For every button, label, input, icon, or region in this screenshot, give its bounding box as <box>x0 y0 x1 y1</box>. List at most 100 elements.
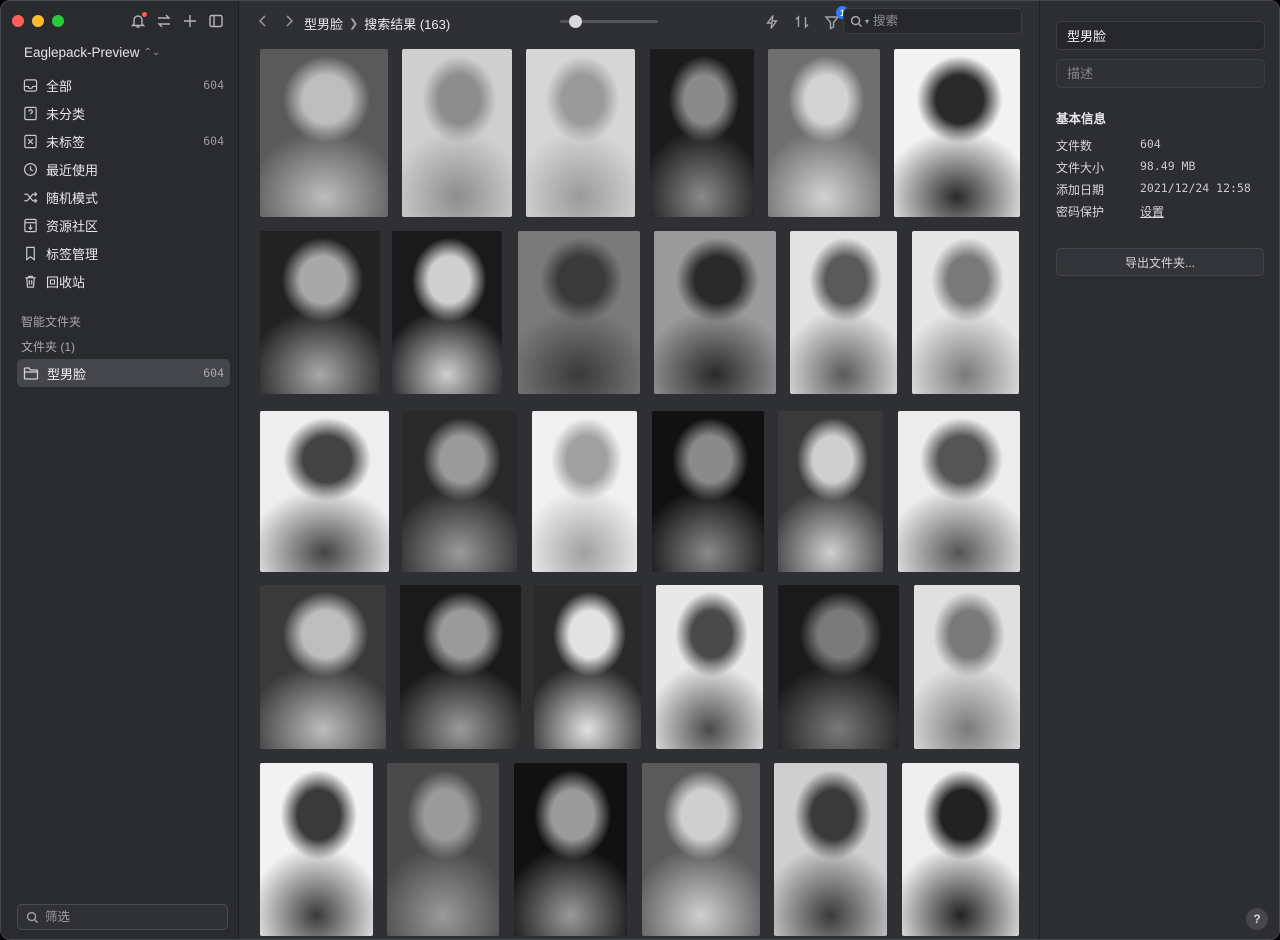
sidebar-item-recent[interactable]: 最近使用 <box>17 155 230 183</box>
image-thumbnail[interactable] <box>778 411 883 572</box>
image-thumbnail[interactable] <box>260 411 389 572</box>
back-arrow-icon[interactable] <box>256 13 270 29</box>
window-controls <box>12 15 64 27</box>
folders-heading[interactable]: 文件夹 (1) <box>21 338 75 355</box>
image-thumbnail[interactable] <box>260 585 386 749</box>
sidebar-item-label: 未标签 <box>46 134 86 150</box>
sidebar-item-label: 标签管理 <box>46 246 99 262</box>
image-thumbnail[interactable] <box>774 763 887 936</box>
search-scope-chevron-icon[interactable]: ▾ <box>865 17 869 26</box>
sidebar-filter <box>17 904 228 930</box>
toolbar-actions: 1 <box>763 6 849 32</box>
sidebar-item-random[interactable]: 随机模式 <box>17 183 230 211</box>
sidebar-item-label: 全部 <box>46 78 73 94</box>
toggle-sidebar-icon[interactable] <box>207 11 225 31</box>
main-content: 型男脸 ❯ 搜索结果 (163) 1 <box>240 1 1039 939</box>
description-input[interactable] <box>1067 60 1247 87</box>
filter-funnel-icon[interactable]: 1 <box>823 6 849 32</box>
image-thumbnail[interactable] <box>642 763 760 936</box>
image-thumbnail[interactable] <box>790 231 897 394</box>
history-nav <box>256 13 296 29</box>
sidebar-item-community[interactable]: 资源社区 <box>17 211 230 239</box>
folder-count: 604 <box>203 366 224 380</box>
breadcrumb-folder[interactable]: 型男脸 <box>304 14 343 33</box>
image-thumbnail[interactable] <box>768 49 880 217</box>
eagle-app-window: Eaglepack-Preview ⌃⌄ 全部 604 未分类 未标签 604 … <box>0 0 1280 940</box>
info-row-file-count: 文件数 604 <box>1056 137 1266 154</box>
image-thumbnail[interactable] <box>650 49 754 217</box>
image-thumbnail[interactable] <box>526 49 635 217</box>
help-button[interactable]: ? <box>1246 908 1268 930</box>
image-thumbnail[interactable] <box>778 585 899 749</box>
add-plus-icon[interactable] <box>181 11 199 31</box>
close-window-button[interactable] <box>12 15 24 27</box>
basic-info-heading: 基本信息 <box>1056 112 1107 126</box>
image-thumbnail[interactable] <box>402 411 517 572</box>
folder-name-field[interactable]: 型男脸 <box>1056 21 1265 50</box>
shuffle-icon <box>24 191 38 203</box>
search-input[interactable] <box>873 14 1004 28</box>
image-thumbnail[interactable] <box>902 763 1019 936</box>
image-thumbnail[interactable] <box>260 49 388 217</box>
zoom-window-button[interactable] <box>52 15 64 27</box>
image-thumbnail[interactable] <box>402 49 512 217</box>
minimize-window-button[interactable] <box>32 15 44 27</box>
image-thumbnail[interactable] <box>532 411 637 572</box>
info-key: 密码保护 <box>1056 205 1105 219</box>
image-thumbnail[interactable] <box>898 411 1020 572</box>
notification-bell-icon[interactable] <box>129 11 147 31</box>
description-field <box>1056 59 1265 88</box>
trash-icon <box>25 275 36 288</box>
filter-input[interactable] <box>45 910 215 924</box>
sidebar: Eaglepack-Preview ⌃⌄ 全部 604 未分类 未标签 604 … <box>1 1 239 939</box>
sidebar-item-all[interactable]: 全部 604 <box>17 71 230 99</box>
info-value: 98.49 MB <box>1140 159 1196 173</box>
image-thumbnail[interactable] <box>652 411 764 572</box>
sidebar-item-label: 未分类 <box>46 106 86 122</box>
search-icon <box>850 15 863 27</box>
sort-icon[interactable] <box>793 12 811 32</box>
image-thumbnail[interactable] <box>518 231 640 394</box>
inspector-panel: 型男脸 基本信息 文件数 604 文件大小 98.49 MB 添加日期 2021… <box>1039 1 1279 939</box>
image-thumbnail[interactable] <box>392 231 502 394</box>
image-thumbnail[interactable] <box>912 231 1019 394</box>
folder-icon <box>23 366 39 380</box>
sidebar-item-trash[interactable]: 回收站 <box>17 267 230 295</box>
thumbnail-size-slider[interactable] <box>560 15 658 28</box>
chevron-updown-icon: ⌃⌄ <box>143 47 161 58</box>
untagged-icon <box>24 134 37 148</box>
info-row-date-added: 添加日期 2021/12/24 12:58 <box>1056 181 1266 198</box>
sidebar-nav: 全部 604 未分类 未标签 604 最近使用 随机模式 资源社区 标签管理 回… <box>17 71 230 295</box>
sidebar-item-label: 资源社区 <box>46 218 99 234</box>
image-thumbnail[interactable] <box>894 49 1020 217</box>
slider-knob[interactable] <box>569 15 582 28</box>
set-password-link[interactable]: 设置 <box>1140 203 1164 220</box>
export-folder-button[interactable]: 导出文件夹... <box>1056 248 1264 276</box>
sidebar-item-unsorted[interactable]: 未分类 <box>17 99 230 127</box>
sidebar-item-label: 随机模式 <box>46 190 99 206</box>
library-switcher[interactable]: Eaglepack-Preview ⌃⌄ <box>24 45 160 60</box>
sidebar-item-label: 回收站 <box>46 274 86 290</box>
main-toolbar: 型男脸 ❯ 搜索结果 (163) 1 <box>240 1 1039 43</box>
info-key: 添加日期 <box>1056 183 1105 197</box>
sync-arrows-icon[interactable] <box>155 11 173 31</box>
sidebar-item-tags[interactable]: 标签管理 <box>17 239 230 267</box>
image-thumbnail[interactable] <box>387 763 499 936</box>
sidebar-item-label: 最近使用 <box>46 162 99 178</box>
image-thumbnail[interactable] <box>400 585 521 749</box>
smart-folders-heading[interactable]: 智能文件夹 <box>21 313 81 330</box>
search-icon <box>26 911 39 923</box>
image-thumbnail[interactable] <box>534 585 641 749</box>
image-thumbnail[interactable] <box>260 231 380 394</box>
lightning-icon[interactable] <box>763 12 781 32</box>
folder-item-selected[interactable]: 型男脸 604 <box>17 359 230 387</box>
image-thumbnail[interactable] <box>654 231 776 394</box>
sidebar-item-untagged[interactable]: 未标签 604 <box>17 127 230 155</box>
image-thumbnail[interactable] <box>260 763 373 936</box>
notification-dot <box>142 12 147 17</box>
breadcrumb: 型男脸 ❯ 搜索结果 (163) <box>304 14 450 33</box>
image-thumbnail[interactable] <box>914 585 1020 749</box>
forward-arrow-icon[interactable] <box>282 13 296 29</box>
image-thumbnail[interactable] <box>514 763 627 936</box>
image-thumbnail[interactable] <box>656 585 763 749</box>
